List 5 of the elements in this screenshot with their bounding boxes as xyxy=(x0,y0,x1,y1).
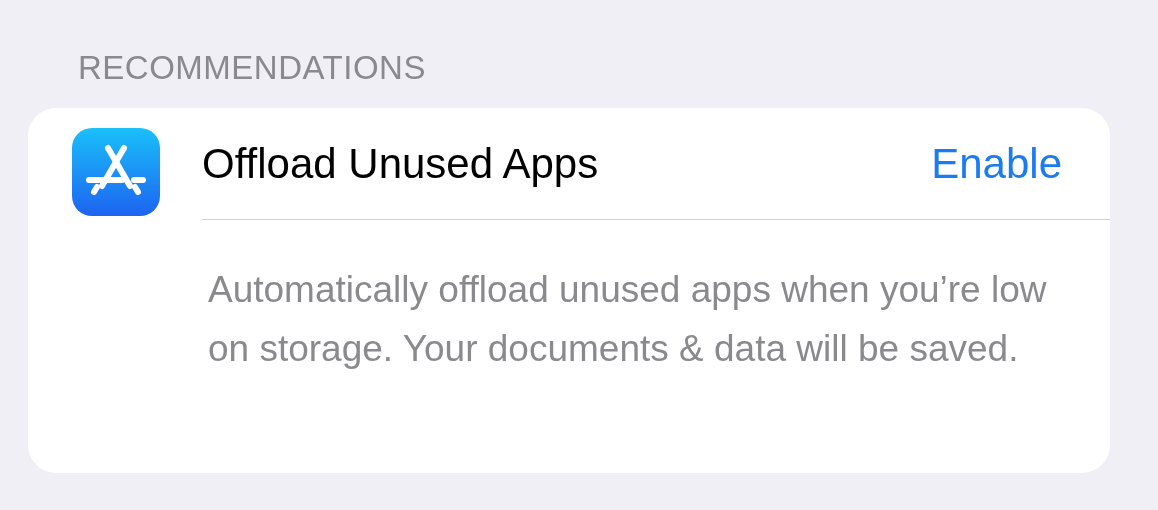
recommendation-title: Offload Unused Apps xyxy=(202,139,599,188)
recommendation-description: Automatically offload unused apps when you’re low on storage. Your documents & data will be saved. xyxy=(207,268,1048,371)
section-header: RECOMMENDATIONS xyxy=(78,48,427,88)
enable-link[interactable]: Enable xyxy=(931,139,1062,188)
app-store-icon xyxy=(72,128,160,216)
